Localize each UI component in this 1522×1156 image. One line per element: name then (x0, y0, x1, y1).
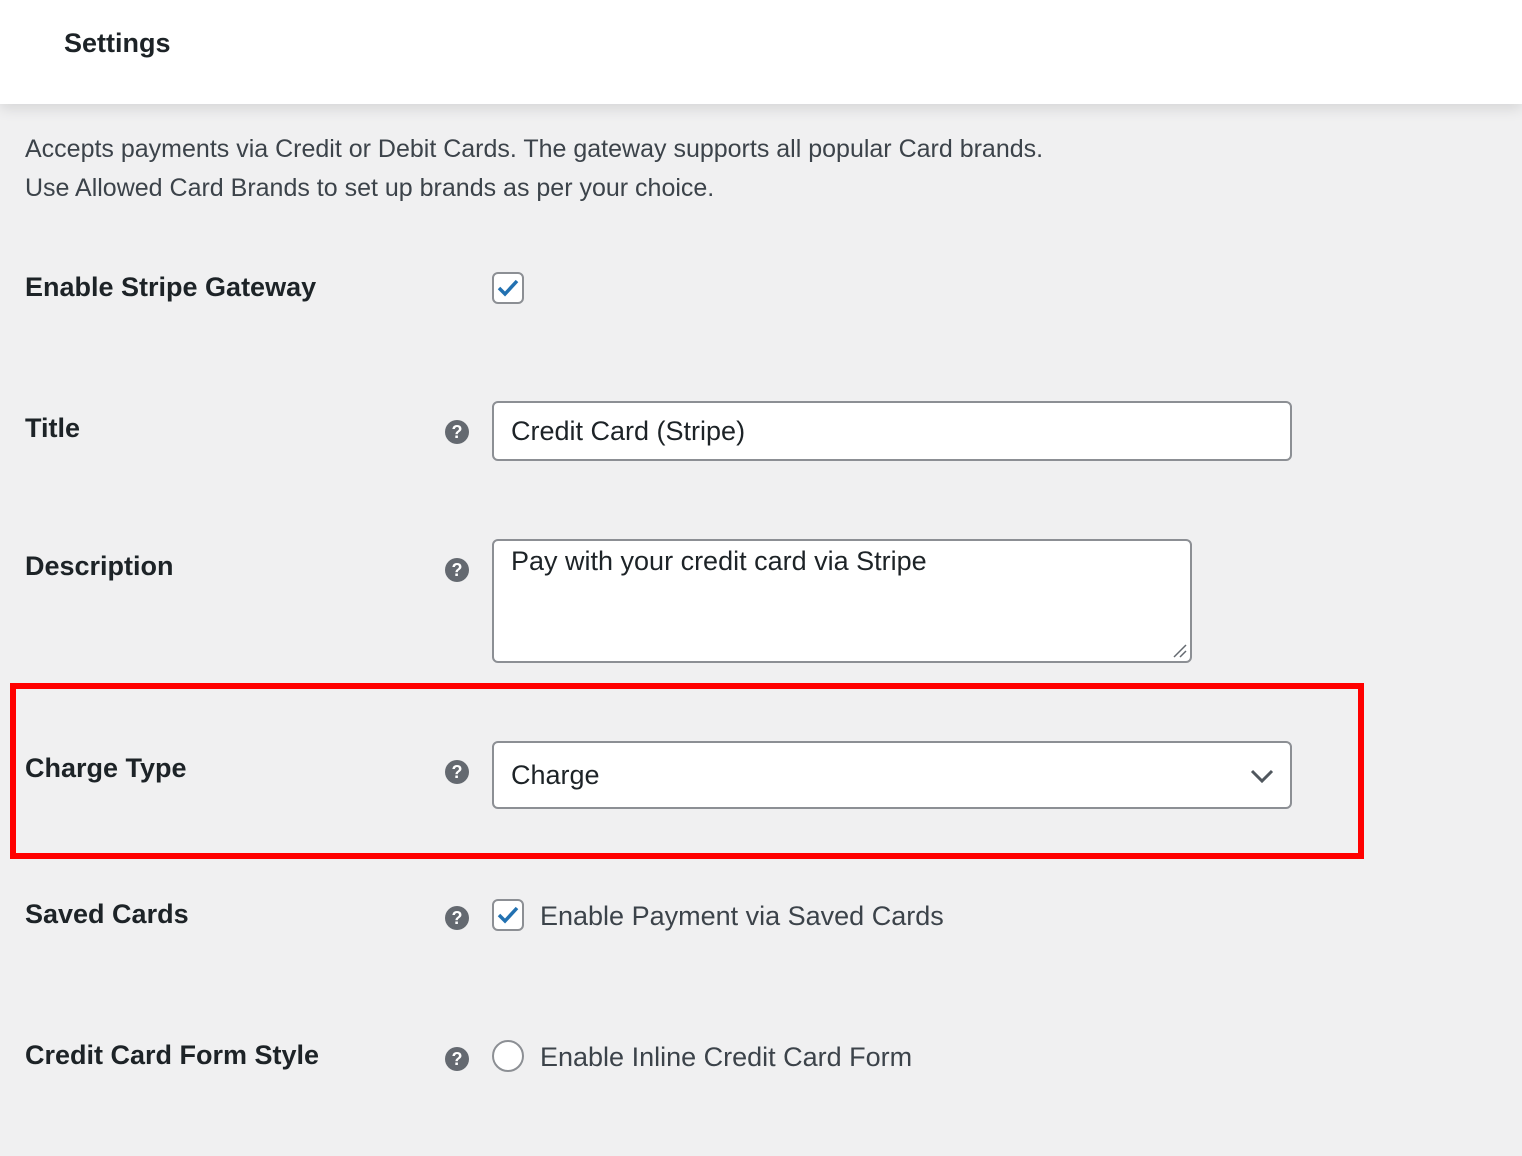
description-value: Pay with your credit card via Stripe (511, 546, 927, 576)
description-line: Use Allowed Card Brands to set up brands… (25, 174, 715, 202)
help-icon[interactable]: ? (445, 760, 469, 784)
saved-cards-checkbox[interactable] (492, 899, 524, 931)
description-textarea[interactable]: Pay with your credit card via Stripe (492, 539, 1192, 663)
help-icon[interactable]: ? (445, 906, 469, 930)
page-title: Settings (64, 28, 171, 58)
charge-type-value: Charge (511, 760, 600, 790)
title-label: Title (25, 413, 81, 443)
inline-form-option-label[interactable]: Enable Inline Credit Card Form (540, 1042, 912, 1073)
description-line: Accepts payments via Credit or Debit Car… (25, 135, 1044, 163)
page-header: Settings (0, 0, 1522, 104)
checkmark-icon (497, 906, 519, 924)
charge-type-select[interactable]: Charge (492, 741, 1292, 809)
chevron-down-icon (1250, 769, 1274, 783)
help-icon[interactable]: ? (445, 1047, 469, 1071)
title-input[interactable]: Credit Card (Stripe) (492, 401, 1292, 461)
help-icon[interactable]: ? (445, 420, 469, 444)
description-label: Description (25, 551, 174, 581)
inline-form-radio[interactable] (492, 1040, 524, 1072)
charge-type-label: Charge Type (25, 753, 187, 783)
resize-handle-icon[interactable] (1173, 644, 1187, 658)
enable-gateway-label: Enable Stripe Gateway (25, 272, 317, 302)
saved-cards-option-label[interactable]: Enable Payment via Saved Cards (540, 901, 944, 932)
gateway-description: Accepts payments via Credit or Debit Car… (25, 130, 1043, 208)
form-style-label: Credit Card Form Style (25, 1040, 320, 1070)
checkmark-icon (497, 279, 519, 297)
enable-gateway-checkbox[interactable] (492, 272, 524, 304)
saved-cards-label: Saved Cards (25, 899, 189, 929)
help-icon[interactable]: ? (445, 558, 469, 582)
